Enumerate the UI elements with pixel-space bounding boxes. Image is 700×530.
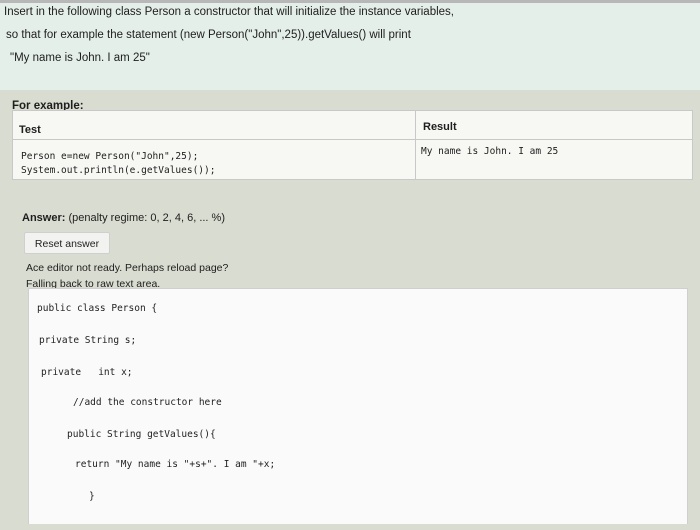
question-line-2: so that for example the statement (new P… — [6, 29, 411, 41]
reset-answer-button[interactable]: Reset answer — [24, 232, 110, 254]
code-line: public String getValues(){ — [67, 429, 216, 440]
result-column-header: Result — [423, 121, 457, 133]
result-value: My name is John. I am 25 — [421, 146, 559, 157]
test-code-line-1: Person e=new Person("John",25); — [21, 151, 199, 162]
code-line: } — [89, 491, 95, 502]
header-divider — [13, 139, 692, 140]
code-line: private String s; — [39, 335, 137, 346]
example-table: Test Result Person e=new Person("John",2… — [12, 110, 693, 180]
column-divider — [415, 111, 416, 179]
ace-not-ready-message: Ace editor not ready. Perhaps reload pag… — [26, 262, 229, 274]
code-line: private int x; — [41, 367, 133, 378]
question-line-3: "My name is John. I am 25" — [10, 52, 150, 64]
code-line: //add the constructor here — [73, 397, 222, 408]
answer-label: Answer: (penalty regime: 0, 2, 4, 6, ...… — [22, 212, 225, 224]
test-code-line-2: System.out.println(e.getValues()); — [21, 165, 216, 176]
question-text-panel: Insert in the following class Person a c… — [0, 3, 700, 90]
code-line: public class Person { — [37, 303, 158, 314]
penalty-regime: (penalty regime: 0, 2, 4, 6, ... %) — [68, 212, 225, 224]
answer-code-textarea[interactable]: public class Person { private String s; … — [28, 288, 688, 524]
answer-heading: Answer: — [22, 212, 66, 224]
question-line-1: Insert in the following class Person a c… — [4, 6, 454, 18]
test-column-header: Test — [19, 124, 41, 136]
code-line: return "My name is "+s+". I am "+x; — [75, 459, 276, 470]
